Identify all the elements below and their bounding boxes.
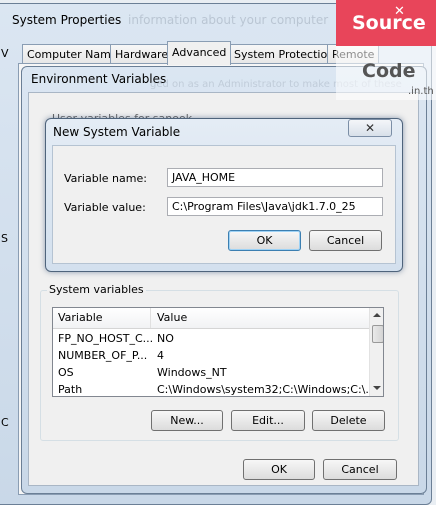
close-icon[interactable]: ✕ xyxy=(348,119,392,137)
variable-name-field[interactable]: JAVA_HOME xyxy=(167,168,383,187)
tab-system-protection[interactable]: System Protection xyxy=(229,44,340,64)
ok-button[interactable]: OK xyxy=(243,459,315,480)
cancel-button[interactable]: Cancel xyxy=(323,459,397,480)
system-variables-label: System variables xyxy=(47,283,146,296)
table-row[interactable]: FP_NO_HOST_C... NO xyxy=(53,330,369,347)
source-code-logo: Source ✕ Code .in.th xyxy=(336,0,436,100)
list-scrollbar[interactable] xyxy=(369,308,383,396)
dialog-cancel-button[interactable]: Cancel xyxy=(309,230,382,251)
table-row[interactable]: Path C:\Windows\system32;C:\Windows;C:\.… xyxy=(53,381,376,396)
variable-value-field[interactable]: C:\Program Files\Java\jdk1.7.0_25 xyxy=(167,197,383,216)
tab-advanced[interactable]: Advanced xyxy=(167,41,232,65)
environment-variables-title: Environment Variables xyxy=(31,72,167,86)
tab-hardware[interactable]: Hardware xyxy=(110,44,174,64)
left-edge-letter-c: C xyxy=(1,416,9,429)
left-edge-letter-s: S xyxy=(1,232,8,245)
new-button[interactable]: New... xyxy=(151,410,223,431)
row-value: NO xyxy=(157,332,174,345)
background-text-line1: information about your computer xyxy=(128,13,329,27)
new-system-variable-title: New System Variable xyxy=(53,125,181,139)
scrollbar-thumb[interactable] xyxy=(372,325,383,343)
row-variable: OS xyxy=(58,366,74,379)
row-variable: FP_NO_HOST_C... xyxy=(58,332,154,345)
column-header-value[interactable]: Value xyxy=(157,311,187,324)
scroll-down-arrow-icon[interactable] xyxy=(373,386,381,390)
list-header: Variable Value xyxy=(53,308,369,329)
table-row[interactable]: OS Windows_NT xyxy=(53,364,369,381)
column-divider xyxy=(150,308,151,328)
row-variable: Path xyxy=(58,383,83,396)
dialog-ok-button[interactable]: OK xyxy=(228,230,301,251)
table-row[interactable]: NUMBER_OF_P... 4 xyxy=(53,347,369,364)
row-value: 4 xyxy=(157,349,164,362)
column-header-variable[interactable]: Variable xyxy=(58,311,103,324)
left-edge-letter-v: V xyxy=(1,47,9,60)
scroll-up-arrow-icon[interactable] xyxy=(373,313,381,317)
system-variables-list[interactable]: Variable Value FP_NO_HOST_C... NO NUMBER… xyxy=(52,307,384,397)
logo-line2: Code xyxy=(362,60,416,82)
variable-name-label: Variable name: xyxy=(64,172,147,185)
row-variable: NUMBER_OF_P... xyxy=(58,349,148,362)
tab-computer-name[interactable]: Computer Name xyxy=(22,44,123,64)
row-value: C:\Windows\system32;C:\Windows;C:\... xyxy=(157,383,376,396)
logo-line3: .in.th xyxy=(408,86,434,97)
system-properties-title: System Properties xyxy=(12,13,122,27)
logo-line1: Source xyxy=(352,12,426,34)
row-value: Windows_NT xyxy=(157,366,227,379)
logo-close-icon: ✕ xyxy=(394,4,405,19)
edit-button[interactable]: Edit... xyxy=(231,410,305,431)
delete-button[interactable]: Delete xyxy=(312,410,385,431)
variable-value-label: Variable value: xyxy=(64,201,146,214)
